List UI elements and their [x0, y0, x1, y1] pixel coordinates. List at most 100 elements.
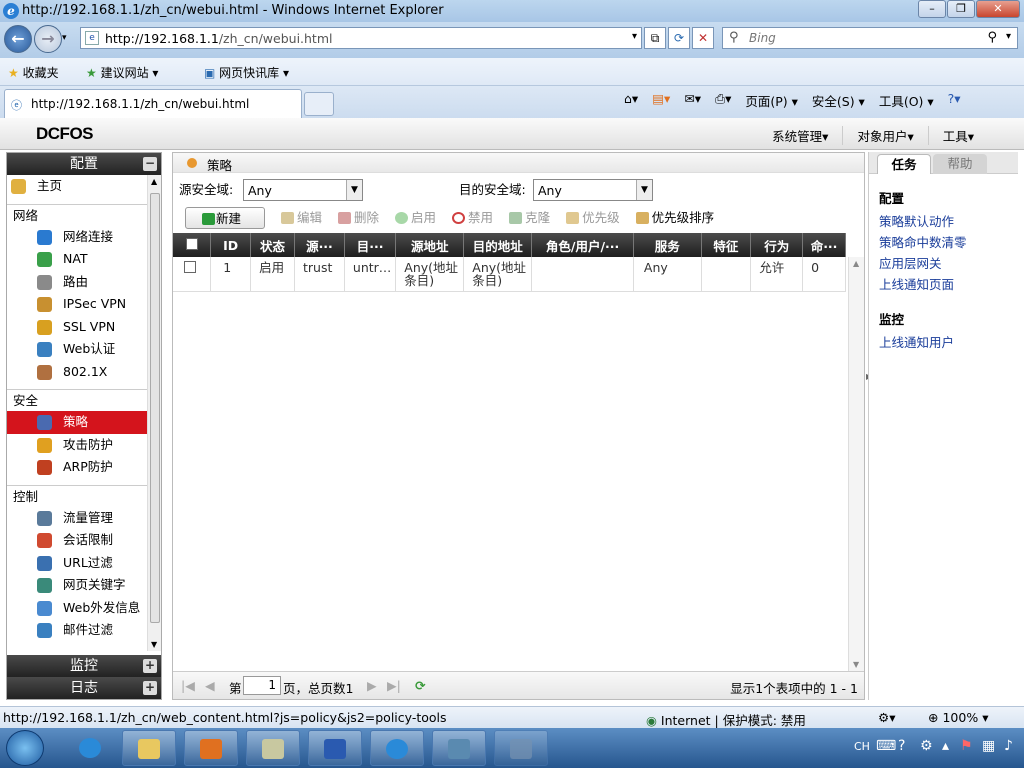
tab-help[interactable]: 帮助: [933, 154, 987, 174]
new-button[interactable]: 新建: [185, 207, 265, 229]
print-icon[interactable]: ⎙▾: [711, 91, 735, 110]
taskbar-ie[interactable]: [370, 730, 424, 766]
select-all-header[interactable]: [173, 233, 212, 257]
col-id[interactable]: ID: [210, 233, 252, 257]
col-hits[interactable]: 命···: [802, 233, 846, 257]
scroll-down-icon[interactable]: ▼: [151, 640, 157, 649]
scroll-down-icon[interactable]: ▼: [853, 660, 859, 669]
disable-button[interactable]: 禁用: [450, 207, 493, 229]
expand-icon[interactable]: +: [143, 681, 157, 695]
show-hidden-icon[interactable]: ▴: [942, 738, 949, 754]
sidebar-header[interactable]: 配置 −: [7, 153, 161, 175]
dst-zone-select[interactable]: Any ▼: [533, 179, 653, 201]
link-online-notify-page[interactable]: 上线通知页面: [879, 274, 1018, 295]
search-icon[interactable]: ⚲: [987, 30, 997, 45]
last-page-icon[interactable]: ▶|: [387, 678, 401, 693]
sidebar-item[interactable]: 邮件过滤: [7, 619, 147, 642]
delete-button[interactable]: 删除: [336, 207, 379, 229]
favorites-button[interactable]: ★ 收藏夹: [8, 64, 59, 81]
help-icon[interactable]: ?: [898, 738, 905, 754]
scroll-up-icon[interactable]: ▲: [151, 177, 157, 186]
stop-icon[interactable]: ✕: [692, 27, 714, 49]
menu-object-user[interactable]: 对象用户▾: [842, 126, 927, 145]
address-dropdown-icon[interactable]: ▾: [632, 31, 637, 42]
sidebar-item[interactable]: 流量管理: [7, 507, 147, 530]
sidebar-item[interactable]: 策略: [7, 411, 147, 434]
help-icon[interactable]: ?▾: [944, 91, 965, 110]
sidebar-item[interactable]: ARP防护: [7, 456, 147, 479]
scroll-up-icon[interactable]: ▲: [853, 259, 859, 268]
safety-menu[interactable]: 安全(S) ▾: [808, 91, 869, 110]
sidebar-item[interactable]: 网络连接: [7, 226, 147, 249]
expand-icon[interactable]: +: [143, 659, 157, 673]
sidebar-item[interactable]: IPSec VPN: [7, 293, 147, 316]
maximize-button[interactable]: ❐: [947, 0, 975, 18]
feeds-icon[interactable]: ▤▾: [648, 91, 674, 110]
clone-button[interactable]: 克隆: [507, 207, 550, 229]
prev-page-icon[interactable]: ◀: [205, 678, 215, 693]
sidebar-item[interactable]: SSL VPN: [7, 316, 147, 339]
col-service[interactable]: 服务: [633, 233, 702, 257]
priority-button[interactable]: 优先级: [564, 207, 620, 229]
sidebar-item-home[interactable]: 主页: [7, 175, 147, 198]
zoom-control[interactable]: ⊕ 100% ▾: [928, 710, 988, 725]
page-menu[interactable]: 页面(P) ▾: [741, 91, 802, 110]
search-dropdown-icon[interactable]: ▾: [1006, 31, 1011, 42]
menu-tools[interactable]: 工具▾: [927, 126, 988, 145]
enable-button[interactable]: 启用: [393, 207, 436, 229]
select-all-checkbox[interactable]: [185, 237, 198, 250]
taskbar-word[interactable]: [308, 730, 362, 766]
priority-sort-button[interactable]: 优先级排序: [634, 207, 714, 229]
taskbar-ie-pinned[interactable]: [64, 730, 118, 766]
page-input[interactable]: 1: [243, 676, 281, 695]
tab-tasks[interactable]: 任务: [877, 154, 931, 174]
link-policy-default-action[interactable]: 策略默认动作: [879, 211, 1018, 232]
table-scrollbar[interactable]: ▲ ▼: [848, 257, 864, 671]
keyboard-icon[interactable]: ⌨: [876, 738, 896, 754]
col-src-addr[interactable]: 源地址: [395, 233, 465, 257]
forward-button[interactable]: →: [34, 25, 62, 53]
link-online-notify-users[interactable]: 上线通知用户: [879, 332, 1018, 353]
sidebar-log[interactable]: 日志 +: [7, 677, 161, 699]
col-dst-addr[interactable]: 目的地址: [463, 233, 533, 257]
refresh-icon[interactable]: ⟳: [415, 678, 425, 693]
history-dropdown-icon[interactable]: ▾: [62, 33, 67, 43]
suggested-sites-button[interactable]: ★ 建议网站 ▾: [86, 64, 158, 81]
col-action[interactable]: 行为: [750, 233, 804, 257]
taskbar-media[interactable]: [184, 730, 238, 766]
home-icon[interactable]: ⌂▾: [620, 91, 642, 110]
collapse-icon[interactable]: −: [143, 157, 157, 171]
status-zone[interactable]: ◉ Internet | 保护模式: 禁用: [646, 710, 806, 729]
col-status[interactable]: 状态: [250, 233, 295, 257]
first-page-icon[interactable]: |◀: [181, 678, 195, 693]
link-alg[interactable]: 应用层网关: [879, 253, 1018, 274]
table-row[interactable]: 1 启用 trust untr… Any(地址 条目) Any(地址 条目) Any…: [173, 257, 846, 292]
src-zone-select[interactable]: Any ▼: [243, 179, 363, 201]
sidebar-item[interactable]: Web外发信息: [7, 597, 147, 620]
language-indicator[interactable]: CH: [854, 740, 870, 753]
sidebar-item[interactable]: Web认证: [7, 338, 147, 361]
compat-view-icon[interactable]: ⧉: [644, 27, 666, 49]
taskbar-image[interactable]: [432, 730, 486, 766]
browser-tab[interactable]: ⓔ http://192.168.1.1/zh_cn/webui.html: [4, 89, 302, 118]
col-src-zone[interactable]: 源···: [294, 233, 345, 257]
refresh-icon[interactable]: ⟳: [668, 27, 690, 49]
col-feature[interactable]: 特征: [701, 233, 752, 257]
tools-menu[interactable]: 工具(O) ▾: [875, 91, 938, 110]
settings-icon[interactable]: ⚙: [920, 738, 933, 754]
col-role-user[interactable]: 角色/用户/···: [531, 233, 634, 257]
sidebar-item[interactable]: 网页关键字: [7, 574, 147, 597]
sidebar-scrollbar[interactable]: ▲ ▼: [147, 175, 161, 651]
network-icon[interactable]: ▦: [982, 738, 995, 754]
volume-icon[interactable]: ♪: [1004, 738, 1013, 754]
protected-mode-icon[interactable]: ⚙▾: [878, 710, 895, 725]
edit-button[interactable]: 编辑: [279, 207, 322, 229]
close-button[interactable]: ✕: [976, 0, 1020, 18]
search-box[interactable]: ⚲ Bing ⚲ ▾: [722, 27, 1018, 49]
sidebar-monitor[interactable]: 监控 +: [7, 655, 161, 677]
minimize-button[interactable]: –: [918, 0, 946, 18]
sidebar-item[interactable]: 802.1X: [7, 361, 147, 384]
sidebar-item[interactable]: 路由: [7, 271, 147, 294]
scrollbar-thumb[interactable]: [150, 193, 160, 623]
taskbar-explorer[interactable]: [122, 730, 176, 766]
